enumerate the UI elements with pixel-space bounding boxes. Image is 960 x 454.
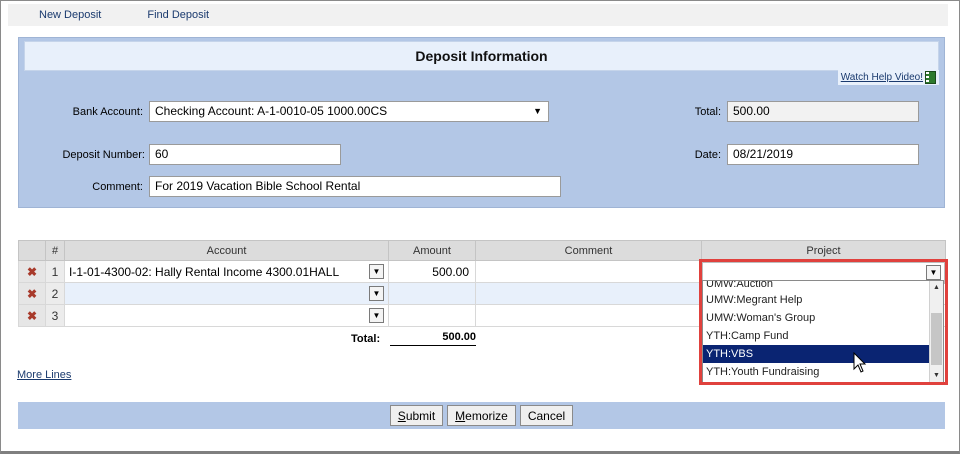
watch-help-video-link[interactable]: Watch Help Video!	[837, 70, 939, 85]
date-input[interactable]: 08/21/2019	[727, 144, 919, 165]
account-combo[interactable]: ▼	[64, 304, 389, 327]
delete-row-icon[interactable]: ✖	[18, 282, 46, 305]
list-item[interactable]: YTH:Camp Fund	[703, 327, 929, 345]
more-lines-link[interactable]: More Lines	[17, 369, 71, 381]
dropdown-arrow-icon: ▼	[533, 106, 542, 116]
panel-title: Deposit Information	[24, 41, 939, 71]
line-comment-input[interactable]	[475, 282, 702, 305]
date-label: Date:	[694, 149, 721, 161]
scrollbar-thumb[interactable]	[931, 313, 942, 365]
project-dropdown-list[interactable]: UMW:Auction UMW:Megrant Help UMW:Woman's…	[702, 280, 944, 383]
comment-input[interactable]: For 2019 Vacation Bible School Rental	[149, 176, 561, 197]
deposit-number-input[interactable]: 60	[149, 144, 341, 165]
account-value: I-1-01-4300-02: Hally Rental Income 4300…	[69, 264, 340, 279]
help-link-label[interactable]: Watch Help Video!	[841, 72, 923, 83]
row-number: 3	[45, 304, 65, 327]
grid-header-row: # Account Amount Comment Project	[18, 240, 946, 261]
amount-input[interactable]	[388, 282, 476, 305]
bank-account-label: Bank Account:	[72, 106, 143, 118]
dropdown-scrollbar[interactable]: ▲ ▼	[929, 281, 943, 382]
account-combo[interactable]: I-1-01-4300-02: Hally Rental Income 4300…	[64, 260, 389, 283]
deposit-info-panel: Deposit Information Watch Help Video! Ba…	[18, 37, 945, 208]
comment-label: Comment:	[92, 181, 143, 193]
scroll-down-icon[interactable]: ▼	[933, 372, 940, 379]
amount-input[interactable]: 500.00	[388, 260, 476, 283]
account-col-header: Account	[64, 240, 389, 261]
bank-account-select[interactable]: Checking Account: A-1-0010-05 1000.00CS …	[149, 101, 549, 122]
action-bar: Submit Memorize Cancel	[18, 402, 945, 429]
delete-row-icon[interactable]: ✖	[18, 304, 46, 327]
account-combo[interactable]: ▼	[64, 282, 389, 305]
chevron-down-icon[interactable]: ▼	[369, 308, 384, 323]
submit-button[interactable]: Submit	[389, 405, 444, 426]
memorize-button[interactable]: Memorize	[447, 405, 516, 426]
delete-row-icon[interactable]: ✖	[18, 260, 46, 283]
amount-input[interactable]	[388, 304, 476, 327]
lines-total-value: 500.00	[390, 331, 476, 346]
line-comment-input[interactable]	[475, 304, 702, 327]
chevron-down-icon[interactable]: ▼	[926, 265, 941, 280]
list-item[interactable]: UMW:Woman's Group	[703, 309, 929, 327]
bank-account-value: Checking Account: A-1-0010-05 1000.00CS	[155, 104, 388, 118]
list-item-highlighted[interactable]: YTH:VBS	[703, 345, 929, 363]
list-item[interactable]: YTH:Youth Fundraising	[703, 363, 929, 381]
mouse-pointer-icon	[853, 352, 867, 373]
line-comment-input[interactable]	[475, 260, 702, 283]
chevron-down-icon[interactable]: ▼	[369, 264, 384, 279]
comment-col-header: Comment	[475, 240, 702, 261]
scroll-up-icon[interactable]: ▲	[933, 284, 940, 291]
lines-total-label: Total:	[351, 333, 381, 345]
chevron-down-icon[interactable]: ▼	[369, 286, 384, 301]
new-deposit-link[interactable]: New Deposit	[39, 9, 101, 21]
project-col-header: Project	[701, 240, 946, 261]
find-deposit-link[interactable]: Find Deposit	[147, 9, 209, 21]
delete-col-header	[18, 240, 46, 261]
cancel-button[interactable]: Cancel	[519, 405, 574, 426]
amount-col-header: Amount	[388, 240, 476, 261]
film-icon	[925, 71, 936, 84]
row-number: 1	[45, 260, 65, 283]
total-label: Total:	[694, 106, 721, 118]
list-item[interactable]: UMW:Auction	[703, 281, 929, 291]
row-number: 2	[45, 282, 65, 305]
total-field: 500.00	[727, 101, 919, 122]
top-nav: New Deposit Find Deposit	[8, 4, 948, 26]
list-item[interactable]: UMW:Megrant Help	[703, 291, 929, 309]
num-col-header: #	[45, 240, 65, 261]
deposit-number-label: Deposit Number:	[62, 149, 145, 161]
